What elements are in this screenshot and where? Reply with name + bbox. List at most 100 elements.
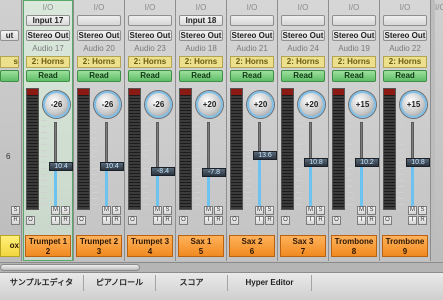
input-slot[interactable] xyxy=(230,15,274,26)
record-enable-button[interactable]: R xyxy=(214,216,223,225)
group-slot[interactable]: 2: Horns xyxy=(77,56,121,68)
automation-mode[interactable] xyxy=(0,70,19,82)
input-monitor-button[interactable]: I xyxy=(357,216,366,225)
volume-fader-handle[interactable]: 10.4 xyxy=(49,162,73,171)
output-slot[interactable]: ut xyxy=(0,30,19,41)
input-monitor-button[interactable]: I xyxy=(153,216,162,225)
mixer-horizontal-scrollbar[interactable] xyxy=(0,262,443,272)
input-monitor-button[interactable]: I xyxy=(51,216,60,225)
solo-button[interactable]: S xyxy=(112,206,121,215)
input-slot[interactable] xyxy=(383,15,427,26)
output-button[interactable]: O xyxy=(179,216,188,225)
solo-button[interactable]: S xyxy=(163,206,172,215)
group-slot[interactable]: 2: Horns xyxy=(332,56,376,68)
mute-button[interactable]: M xyxy=(51,206,60,215)
record-enable-button[interactable]: R xyxy=(418,216,427,225)
output-button[interactable]: O xyxy=(128,216,137,225)
solo-button[interactable]: S xyxy=(11,206,20,215)
automation-mode-button[interactable]: Read xyxy=(26,70,70,82)
output-slot[interactable]: Stereo Out xyxy=(230,30,274,41)
mute-button[interactable]: M xyxy=(102,206,111,215)
mute-button[interactable]: M xyxy=(408,206,417,215)
group-slot[interactable]: 2: Horns xyxy=(230,56,274,68)
mute-button[interactable]: M xyxy=(306,206,315,215)
output-button[interactable]: O xyxy=(281,216,290,225)
mute-button[interactable]: M xyxy=(153,206,162,215)
volume-fader-handle[interactable]: 10.8 xyxy=(406,158,430,167)
track-name-plate[interactable]: Trombone 8 xyxy=(331,235,377,257)
volume-fader-handle[interactable]: 10.2 xyxy=(355,158,379,167)
output-button[interactable]: O xyxy=(77,216,86,225)
output-button[interactable]: O xyxy=(230,216,239,225)
pan-knob[interactable]: +15 xyxy=(349,91,376,118)
track-name-plate[interactable]: Trumpet 12 xyxy=(25,235,71,257)
tab-sample-editor[interactable]: サンプルエディタ xyxy=(0,275,84,291)
mute-button[interactable]: M xyxy=(204,206,213,215)
input-monitor-button[interactable]: I xyxy=(408,216,417,225)
track-name-plate[interactable]: Sax 26 xyxy=(229,235,275,257)
output-button[interactable]: O xyxy=(383,216,392,225)
volume-fader-handle[interactable]: 10.8 xyxy=(304,158,328,167)
tab-score[interactable]: スコア xyxy=(156,275,228,291)
volume-fader-handle[interactable]: -7.8 xyxy=(202,168,226,177)
track-name-plate[interactable]: Trumpet 34 xyxy=(127,235,173,257)
output-button[interactable]: O xyxy=(26,216,35,225)
pan-knob[interactable]: -26 xyxy=(43,91,70,118)
automation-mode-button[interactable]: Read xyxy=(128,70,172,82)
group-slot[interactable]: 2: Horns xyxy=(26,56,70,68)
automation-mode-button[interactable]: Read xyxy=(230,70,274,82)
track-name-plate[interactable]: Sax 15 xyxy=(178,235,224,257)
track-name-plate[interactable]: Sax 37 xyxy=(280,235,326,257)
volume-fader-handle[interactable]: -8.4 xyxy=(151,167,175,176)
solo-button[interactable]: S xyxy=(367,206,376,215)
output-slot[interactable]: Stereo Out xyxy=(26,30,70,41)
solo-button[interactable]: S xyxy=(265,206,274,215)
input-slot[interactable]: Input 17 xyxy=(26,15,70,26)
pan-knob[interactable]: +15 xyxy=(400,91,427,118)
group-slot[interactable]: 2: Horns xyxy=(383,56,427,68)
input-monitor-button[interactable]: I xyxy=(306,216,315,225)
tab-piano-roll[interactable]: ピアノロール xyxy=(84,275,156,291)
input-slot[interactable] xyxy=(281,15,325,26)
volume-fader-handle[interactable]: 10.4 xyxy=(100,162,124,171)
volume-fader-handle[interactable]: 13.6 xyxy=(253,151,277,160)
group-slot[interactable]: 2: Horns xyxy=(281,56,325,68)
pan-knob[interactable]: +20 xyxy=(298,91,325,118)
group-slot[interactable]: 2: Horns xyxy=(128,56,172,68)
pan-knob[interactable]: +20 xyxy=(247,91,274,118)
scrollbar-thumb[interactable] xyxy=(0,264,140,271)
solo-button[interactable]: S xyxy=(61,206,70,215)
group-slot[interactable]: 2: Horns xyxy=(179,56,223,68)
input-monitor-button[interactable]: I xyxy=(204,216,213,225)
output-slot[interactable]: Stereo Out xyxy=(128,30,172,41)
pan-knob[interactable]: -26 xyxy=(145,91,172,118)
automation-mode-button[interactable]: Read xyxy=(77,70,121,82)
output-slot[interactable]: Stereo Out xyxy=(179,30,223,41)
record-enable-button[interactable]: R xyxy=(367,216,376,225)
record-enable-button[interactable]: R xyxy=(265,216,274,225)
record-enable-button[interactable]: R xyxy=(61,216,70,225)
record-enable-button[interactable]: R xyxy=(11,216,20,225)
tab-hyper-editor[interactable]: Hyper Editor xyxy=(228,275,312,291)
input-slot[interactable]: Input 18 xyxy=(179,15,223,26)
output-button[interactable]: O xyxy=(332,216,341,225)
mute-button[interactable]: M xyxy=(357,206,366,215)
output-slot[interactable]: Stereo Out xyxy=(281,30,325,41)
track-name-plate[interactable]: ox xyxy=(0,235,20,257)
track-name-plate[interactable]: Trombone 9 xyxy=(382,235,428,257)
group-slot[interactable]: s xyxy=(0,56,19,68)
output-slot[interactable]: Stereo Out xyxy=(77,30,121,41)
output-slot[interactable]: Stereo Out xyxy=(383,30,427,41)
track-name-plate[interactable]: Trumpet 23 xyxy=(76,235,122,257)
input-slot[interactable] xyxy=(77,15,121,26)
input-slot[interactable] xyxy=(332,15,376,26)
input-monitor-button[interactable]: I xyxy=(102,216,111,225)
mute-button[interactable]: M xyxy=(255,206,264,215)
automation-mode-button[interactable]: Read xyxy=(179,70,223,82)
pan-knob[interactable]: +20 xyxy=(196,91,223,118)
input-monitor-button[interactable]: I xyxy=(255,216,264,225)
output-slot[interactable]: Stereo Out xyxy=(332,30,376,41)
automation-mode-button[interactable]: Read xyxy=(383,70,427,82)
solo-button[interactable]: S xyxy=(316,206,325,215)
automation-mode-button[interactable]: Read xyxy=(332,70,376,82)
